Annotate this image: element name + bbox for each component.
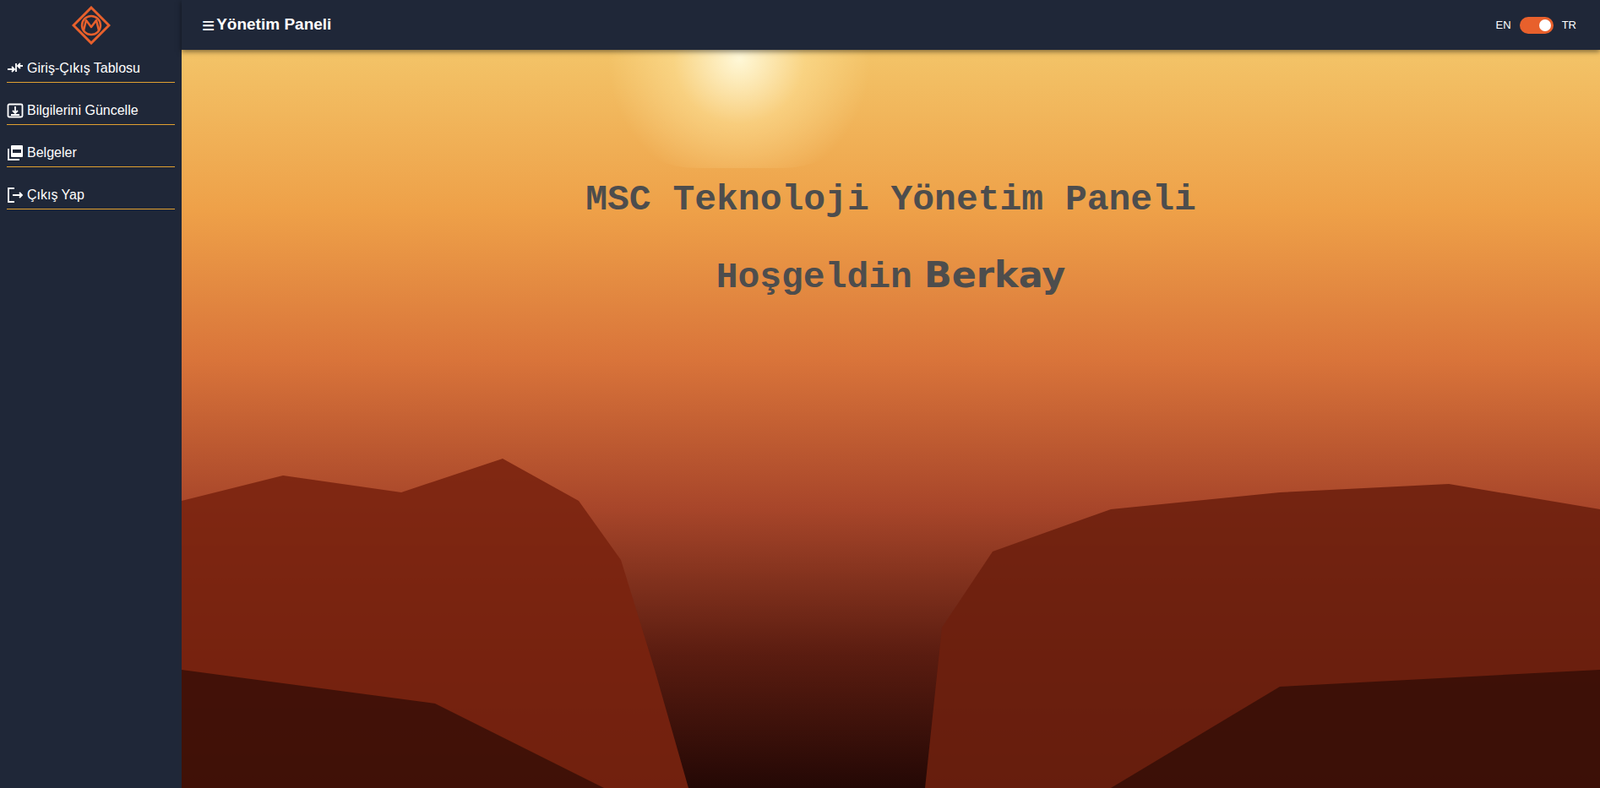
logo[interactable] [0,0,182,50]
inout-icon [6,59,24,77]
sidebar-item-label: Bilgilerini Güncelle [27,100,139,121]
user-name: Berkay [924,252,1066,297]
cliffs-icon [181,348,1600,788]
greeting: Hoşgeldin Berkay [716,252,1067,300]
sidebar-item[interactable]: Bilgilerini Güncelle [6,97,175,126]
language-toggle[interactable] [1519,16,1554,34]
sidebar-item[interactable]: Çıkış Yap [6,181,175,210]
language-label: TR [1561,16,1577,34]
logout-icon [6,186,24,204]
sidebar-item-label: Çıkış Yap [27,185,85,206]
logo-icon [71,5,111,45]
hero-title: MSC Teknoloji Yönetim Paneli [585,178,1197,223]
sidebar-item[interactable]: Belgeler [6,139,175,168]
greeting-text: Hoşgeldin [716,255,913,300]
sidebar-item-label: Belgeler [27,142,77,164]
toggle-knob [1539,19,1552,32]
sun-glow [587,49,892,169]
sidebar-menu: Giriş-Çıkış Tablosu Bilgilerini Güncelle B… [0,49,182,210]
sidebar-item[interactable]: Giriş-Çıkış Tablosu [6,54,175,83]
hero: MSC Teknoloji Yönetim Paneli Hoşgeldin B… [181,49,1600,788]
page-title: Yönetim Paneli [216,12,332,38]
sidebar-item-label: Giriş-Çıkış Tablosu [27,58,141,79]
top-bar: ≡ Yönetim Paneli EN TR [181,0,1600,50]
pdf-icon [6,144,24,162]
language-label: EN [1496,16,1512,34]
update-icon [6,102,24,120]
sidebar: Giriş-Çıkış Tablosu Bilgilerini Güncelle B… [0,0,182,788]
menu-icon[interactable]: ≡ [201,14,215,37]
